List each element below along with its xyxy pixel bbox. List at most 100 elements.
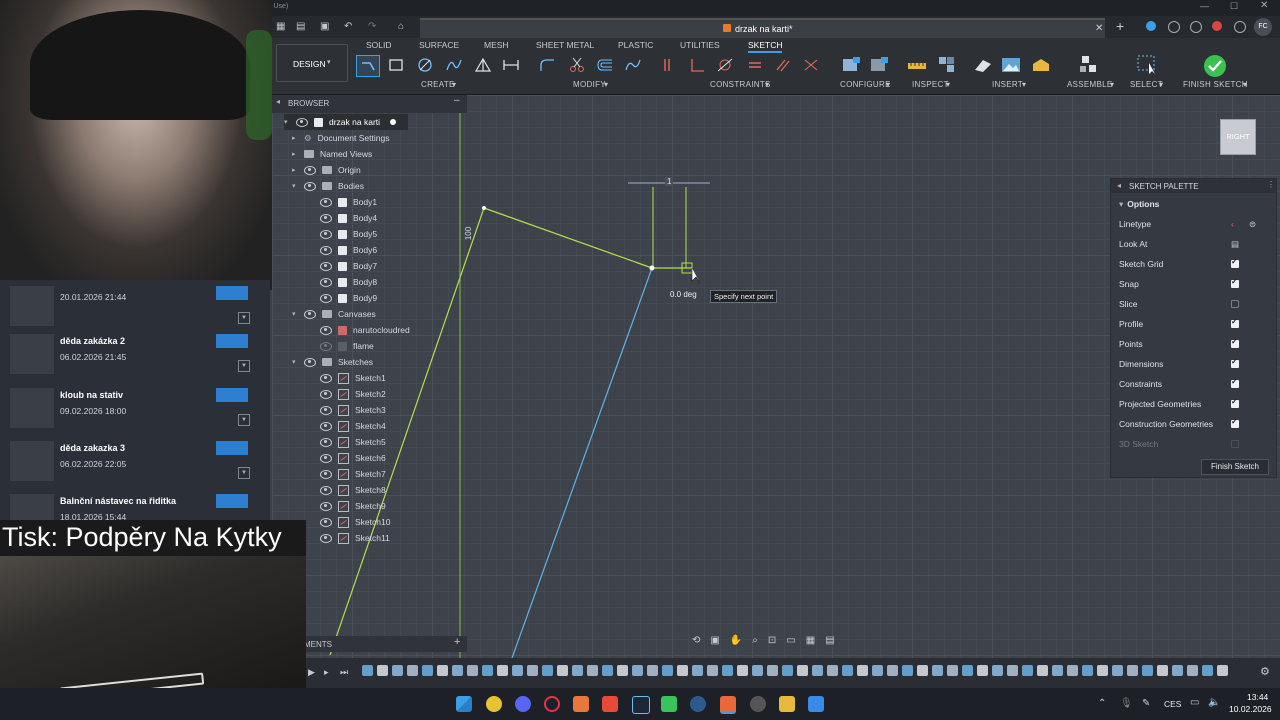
browser-item-sketch5[interactable]: Sketch5	[320, 434, 386, 450]
palette-row-linetype[interactable]: Linetype ‹ ⊜	[1119, 216, 1269, 232]
group-insert[interactable]: INSERT	[992, 80, 1023, 89]
eye-icon[interactable]	[320, 485, 332, 495]
palette-row-slice[interactable]: Slice	[1119, 296, 1269, 312]
construction-geometries-checkbox[interactable]	[1231, 417, 1239, 428]
browser-item-origin[interactable]: ▸ Origin	[292, 162, 361, 178]
browser-item-body7[interactable]: Body7	[320, 258, 377, 274]
palette-row-construction-geometries[interactable]: Construction Geometries	[1119, 416, 1269, 432]
palette-row-points[interactable]: Points	[1119, 336, 1269, 352]
timeline-feature-icon[interactable]	[767, 665, 778, 676]
timeline-feature-icon[interactable]	[407, 665, 418, 676]
eye-icon[interactable]	[320, 469, 332, 479]
configure-icon[interactable]	[840, 55, 862, 75]
timeline-feature-icon[interactable]	[1082, 665, 1093, 676]
file-icon[interactable]: ▤	[296, 21, 305, 32]
timeline-feature-icon[interactable]	[1157, 665, 1168, 676]
timeline-feature-icon[interactable]	[842, 665, 853, 676]
timeline-feature-icon[interactable]	[707, 665, 718, 676]
eye-icon[interactable]	[320, 325, 332, 335]
timeline-feature-icon[interactable]	[452, 665, 463, 676]
select-icon[interactable]	[1136, 55, 1158, 75]
new-tab-icon[interactable]: +	[1116, 18, 1124, 34]
group-select[interactable]: SELECT	[1130, 80, 1163, 89]
timeline-feature-icon[interactable]	[1052, 665, 1063, 676]
eye-icon[interactable]	[320, 437, 332, 447]
linetype-icon[interactable]: ‹	[1231, 219, 1234, 229]
opera-gx-icon[interactable]	[544, 696, 560, 712]
menu-dots-icon[interactable]: ⋮	[1267, 180, 1275, 189]
measure-icon[interactable]	[906, 55, 928, 75]
snapchat-icon[interactable]	[486, 696, 502, 712]
midpoint-constraint-icon[interactable]	[800, 55, 822, 75]
tab-sheet-metal[interactable]: SHEET METAL	[536, 40, 594, 50]
eye-icon[interactable]	[320, 373, 332, 383]
play-icon[interactable]: ▶	[308, 667, 315, 678]
timeline-feature-icon[interactable]	[752, 665, 763, 676]
eye-icon[interactable]	[320, 501, 332, 511]
notifications-icon[interactable]	[1212, 21, 1222, 31]
slice-checkbox[interactable]	[1231, 300, 1239, 308]
projected-geometries-checkbox[interactable]	[1231, 397, 1239, 408]
help-icon[interactable]	[1234, 21, 1246, 33]
close-window-icon[interactable]: ✕	[1260, 0, 1268, 11]
palette-row-constraints[interactable]: Constraints	[1119, 376, 1269, 392]
timeline-feature-icon[interactable]	[977, 665, 988, 676]
finish-sketch-check-icon[interactable]	[1204, 55, 1226, 77]
undo-icon[interactable]: ↶	[344, 21, 352, 32]
chevron-down-icon[interactable]: ▼	[238, 360, 250, 372]
timeline-feature-icon[interactable]	[617, 665, 628, 676]
timeline-settings-gear-icon[interactable]: ⚙	[1260, 665, 1270, 678]
eye-icon[interactable]	[320, 405, 332, 415]
workspace-switcher[interactable]: DESIGN ▾	[276, 44, 348, 82]
dimensions-checkbox[interactable]	[1231, 357, 1239, 368]
jobs-icon[interactable]	[1190, 21, 1202, 33]
timeline-feature-icon[interactable]	[1067, 665, 1078, 676]
browser-item-canvas-narutocloudred[interactable]: narutocloudred	[320, 322, 410, 338]
project-card[interactable]: 20.01.2026 21:44 ▼	[10, 282, 268, 334]
insert-derive-icon[interactable]	[972, 55, 994, 75]
chevron-down-icon[interactable]: ▼	[238, 467, 250, 479]
tab-document[interactable]: drzak na karti* ✕	[420, 18, 1105, 40]
volume-icon[interactable]: 🔈	[1208, 697, 1220, 708]
finish-sketch-button[interactable]: Finish Sketch	[1201, 459, 1269, 475]
browser-item-canvases[interactable]: ▾ Canvases	[292, 306, 376, 322]
browser-item-sketch4[interactable]: Sketch4	[320, 418, 386, 434]
redo-icon[interactable]: ↷	[368, 21, 376, 32]
open-project-icon[interactable]	[216, 494, 248, 508]
curve-tool-icon[interactable]	[622, 55, 644, 75]
profile-checkbox[interactable]	[1231, 317, 1239, 328]
eye-icon[interactable]	[320, 389, 332, 399]
display-settings-icon[interactable]: ▭	[786, 635, 795, 651]
coincident-constraint-icon[interactable]	[658, 55, 680, 75]
user-avatar[interactable]: FC	[1254, 18, 1272, 36]
palette-row-look-at[interactable]: Look At ▤	[1119, 236, 1269, 252]
triangle-tool-icon[interactable]	[472, 55, 494, 75]
eye-icon[interactable]	[320, 245, 332, 255]
fillet-tool-icon[interactable]	[536, 55, 558, 75]
group-inspect[interactable]: INSPECT	[912, 80, 949, 89]
palette-header[interactable]: ◂ SKETCH PALETTE ⋮	[1111, 179, 1276, 193]
browser-item-sketch11[interactable]: Sketch11	[320, 530, 390, 546]
timeline-feature-icon[interactable]	[872, 665, 883, 676]
timeline-feature-icon[interactable]	[962, 665, 973, 676]
timeline-feature-icon[interactable]	[542, 665, 553, 676]
eye-icon[interactable]	[320, 293, 332, 303]
timeline-feature-icon[interactable]	[467, 665, 478, 676]
palette-row-sketch-grid[interactable]: Sketch Grid	[1119, 256, 1269, 272]
viewports-icon[interactable]: ▤	[825, 635, 834, 651]
line-tool-icon[interactable]	[356, 55, 380, 77]
chatgpt-icon[interactable]	[750, 696, 766, 712]
tangent-constraint-icon[interactable]	[714, 55, 736, 75]
construction-linetype-icon[interactable]: ⊜	[1249, 219, 1256, 230]
browser-item-sketch6[interactable]: Sketch6	[320, 450, 386, 466]
obs-icon[interactable]	[690, 696, 706, 712]
table-config-icon[interactable]	[868, 55, 890, 75]
browser-item-sketch9[interactable]: Sketch9	[320, 498, 386, 514]
timeline-feature-icon[interactable]	[512, 665, 523, 676]
timeline-feature-icon[interactable]	[647, 665, 658, 676]
bambu-studio-icon[interactable]	[602, 696, 618, 712]
timeline-feature-icon[interactable]	[992, 665, 1003, 676]
eye-icon[interactable]	[320, 229, 332, 239]
browser-item-sketch1[interactable]: Sketch1	[320, 370, 386, 386]
jump-end-icon[interactable]: ⏭	[340, 667, 348, 678]
